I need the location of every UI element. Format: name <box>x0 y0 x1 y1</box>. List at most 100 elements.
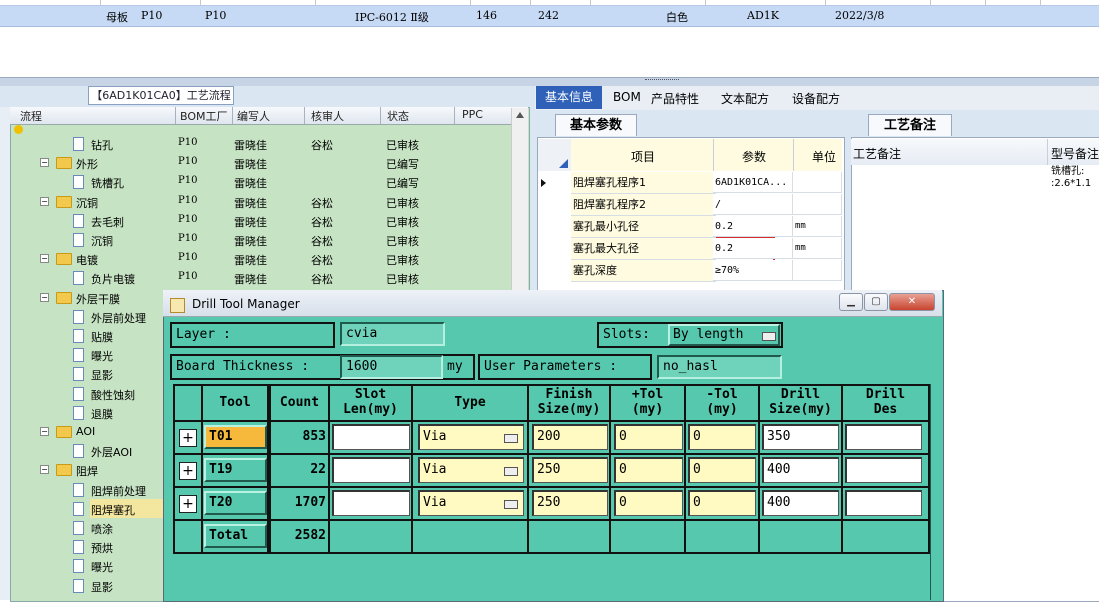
tool-button[interactable]: T01 <box>204 425 267 449</box>
current-row-arrow-icon <box>541 179 546 187</box>
param-name-cell[interactable]: 阻焊塞孔程序2 <box>571 194 716 216</box>
total-label: Total <box>204 524 267 548</box>
minus-tol-input[interactable]: 0 <box>688 490 756 516</box>
type-dropdown[interactable]: Via <box>418 424 524 450</box>
collapse-icon[interactable]: − <box>40 465 49 474</box>
drill-size-input[interactable]: 400 <box>762 457 839 483</box>
tree-label: 喷涂 <box>91 523 113 536</box>
app-icon <box>170 298 185 313</box>
type-dropdown[interactable]: Via <box>418 457 524 483</box>
memo-header-process[interactable]: 工艺备注 <box>853 145 901 162</box>
folder-icon <box>56 292 72 304</box>
param-value-cell[interactable]: / <box>713 194 793 215</box>
tool-table-scroll-edge[interactable] <box>930 384 942 600</box>
tab-product-features[interactable]: 产品特性 <box>651 90 699 107</box>
param-grid-header <box>571 139 842 171</box>
param-header-item[interactable]: 项目 <box>631 148 655 165</box>
collapse-icon[interactable]: − <box>40 293 49 302</box>
tab-equipment-recipe[interactable]: 设备配方 <box>792 90 840 107</box>
collapse-icon[interactable]: − <box>40 427 49 436</box>
plus-tol-input[interactable]: 0 <box>614 457 683 483</box>
document-icon <box>73 348 84 362</box>
tab-text-recipe[interactable]: 文本配方 <box>721 90 769 107</box>
param-header-unit[interactable]: 单位 <box>812 148 836 165</box>
param-value-cell[interactable]: ≥70% <box>713 260 793 281</box>
param-header-value[interactable]: 参数 <box>742 148 766 165</box>
memo-model-text[interactable]: 铣槽孔: :2.6*1.1 <box>1051 166 1091 190</box>
minus-tol-input[interactable]: 0 <box>688 424 756 450</box>
param-unit-cell[interactable] <box>793 260 842 281</box>
expand-tool-icon[interactable]: + <box>179 429 197 447</box>
minus-tol-input[interactable]: 0 <box>688 457 756 483</box>
slot-len-input[interactable] <box>332 490 410 516</box>
param-name-cell[interactable]: 阻焊塞孔程序1 <box>571 172 716 194</box>
tab-basic-params[interactable]: 基本参数 <box>555 114 637 136</box>
column-header-label: Slot Len(my) <box>343 387 398 417</box>
expand-tool-icon[interactable]: + <box>179 462 197 480</box>
param-name-cell[interactable]: 塞孔最小孔径 <box>571 216 716 238</box>
tree-item-row[interactable]: 去毛刺 P10 雷晓佳 谷松 已审核 <box>18 211 512 230</box>
flow-tree-scrollbar[interactable] <box>511 108 528 293</box>
collapse-icon[interactable]: − <box>40 158 49 167</box>
status-cell: 已审核 <box>386 235 419 248</box>
slots-dropdown[interactable]: By length <box>668 324 780 346</box>
tool-button[interactable]: T19 <box>204 458 267 482</box>
finish-size-input[interactable]: 200 <box>532 424 608 450</box>
tab-basic-info[interactable]: 基本信息 <box>536 86 602 109</box>
memo-header-model[interactable]: 型号备注 <box>1051 145 1099 162</box>
tree-item-row[interactable]: 铣槽孔 P10 雷晓佳 已编写 <box>18 172 512 191</box>
dialog-lower-area <box>173 557 930 600</box>
plus-tol-input[interactable]: 0 <box>614 424 683 450</box>
drill-des-input[interactable] <box>845 457 922 483</box>
maximize-button[interactable]: ▢ <box>864 293 888 311</box>
layer-field[interactable]: cvia <box>340 322 445 346</box>
drill-des-input[interactable] <box>845 490 922 516</box>
tree-item-row[interactable]: 阻焊塞孔 <box>73 499 164 518</box>
tab-process-memo[interactable]: 工艺备注 <box>868 114 952 136</box>
param-unit-cell[interactable] <box>793 172 842 193</box>
scroll-up-icon[interactable] <box>516 112 524 118</box>
tree-label: 曝光 <box>91 350 113 363</box>
tab-bom[interactable]: BOM <box>613 90 641 104</box>
tree-item-row[interactable]: 负片电镀 P10 雷晓佳 谷松 已审核 <box>18 268 512 287</box>
tree-label: 外层干膜 <box>76 293 120 306</box>
dropdown-arrow-icon <box>504 500 518 509</box>
collapse-icon[interactable]: − <box>40 197 49 206</box>
cell-b: 242 <box>538 9 559 22</box>
column-header-label: Finish Size(my) <box>537 387 601 417</box>
minimize-button[interactable]: ▁ <box>839 293 863 311</box>
thickness-field[interactable]: 1600 <box>340 355 443 379</box>
slot-len-input[interactable] <box>332 424 410 450</box>
close-button[interactable]: ✕ <box>889 293 935 311</box>
tree-folder-row[interactable]: − 电镀 P10 雷晓佳 谷松 已审核 <box>18 249 512 268</box>
param-value-cell[interactable]: 0.2 <box>713 216 793 237</box>
tree-label: 负片电镀 <box>91 273 135 286</box>
drill-des-input[interactable] <box>845 424 922 450</box>
param-name-cell[interactable]: 塞孔最大孔径 <box>571 238 716 260</box>
type-dropdown[interactable]: Via <box>418 490 524 516</box>
tree-label: 外层AOI <box>91 446 133 459</box>
param-unit-cell[interactable]: mm <box>793 216 842 237</box>
total-row-cell <box>841 519 930 554</box>
user-params-field[interactable]: no_hasl <box>657 355 782 379</box>
param-value-cell[interactable]: 0.2 <box>713 238 793 259</box>
slot-len-input[interactable] <box>332 457 410 483</box>
tool-button[interactable]: T20 <box>204 491 267 515</box>
finish-size-input[interactable]: 250 <box>532 490 608 516</box>
collapse-icon[interactable]: − <box>40 254 49 263</box>
tree-item-row[interactable]: 钻孔 P10 雷晓佳 谷松 已审核 <box>18 134 512 153</box>
param-value-cell[interactable]: 6AD1K01CA... <box>713 172 793 193</box>
param-name-cell[interactable]: 塞孔深度 <box>571 260 716 282</box>
plus-tol-input[interactable]: 0 <box>614 490 683 516</box>
tree-folder-row[interactable]: − 外形 P10 雷晓佳 已编写 <box>18 153 512 172</box>
drill-size-input[interactable]: 350 <box>762 424 839 450</box>
drill-size-input[interactable]: 400 <box>762 490 839 516</box>
expand-tool-icon[interactable]: + <box>179 495 197 513</box>
tree-item-row[interactable]: 沉铜 P10 雷晓佳 谷松 已审核 <box>18 230 512 249</box>
finish-size-input[interactable]: 250 <box>532 457 608 483</box>
splitter-grip-icon[interactable] <box>645 79 679 83</box>
param-unit-cell[interactable] <box>793 194 842 215</box>
tree-folder-row[interactable]: − 沉铜 P10 雷晓佳 谷松 已审核 <box>18 192 512 211</box>
param-unit-cell[interactable]: mm <box>793 238 842 259</box>
document-icon <box>73 214 84 228</box>
